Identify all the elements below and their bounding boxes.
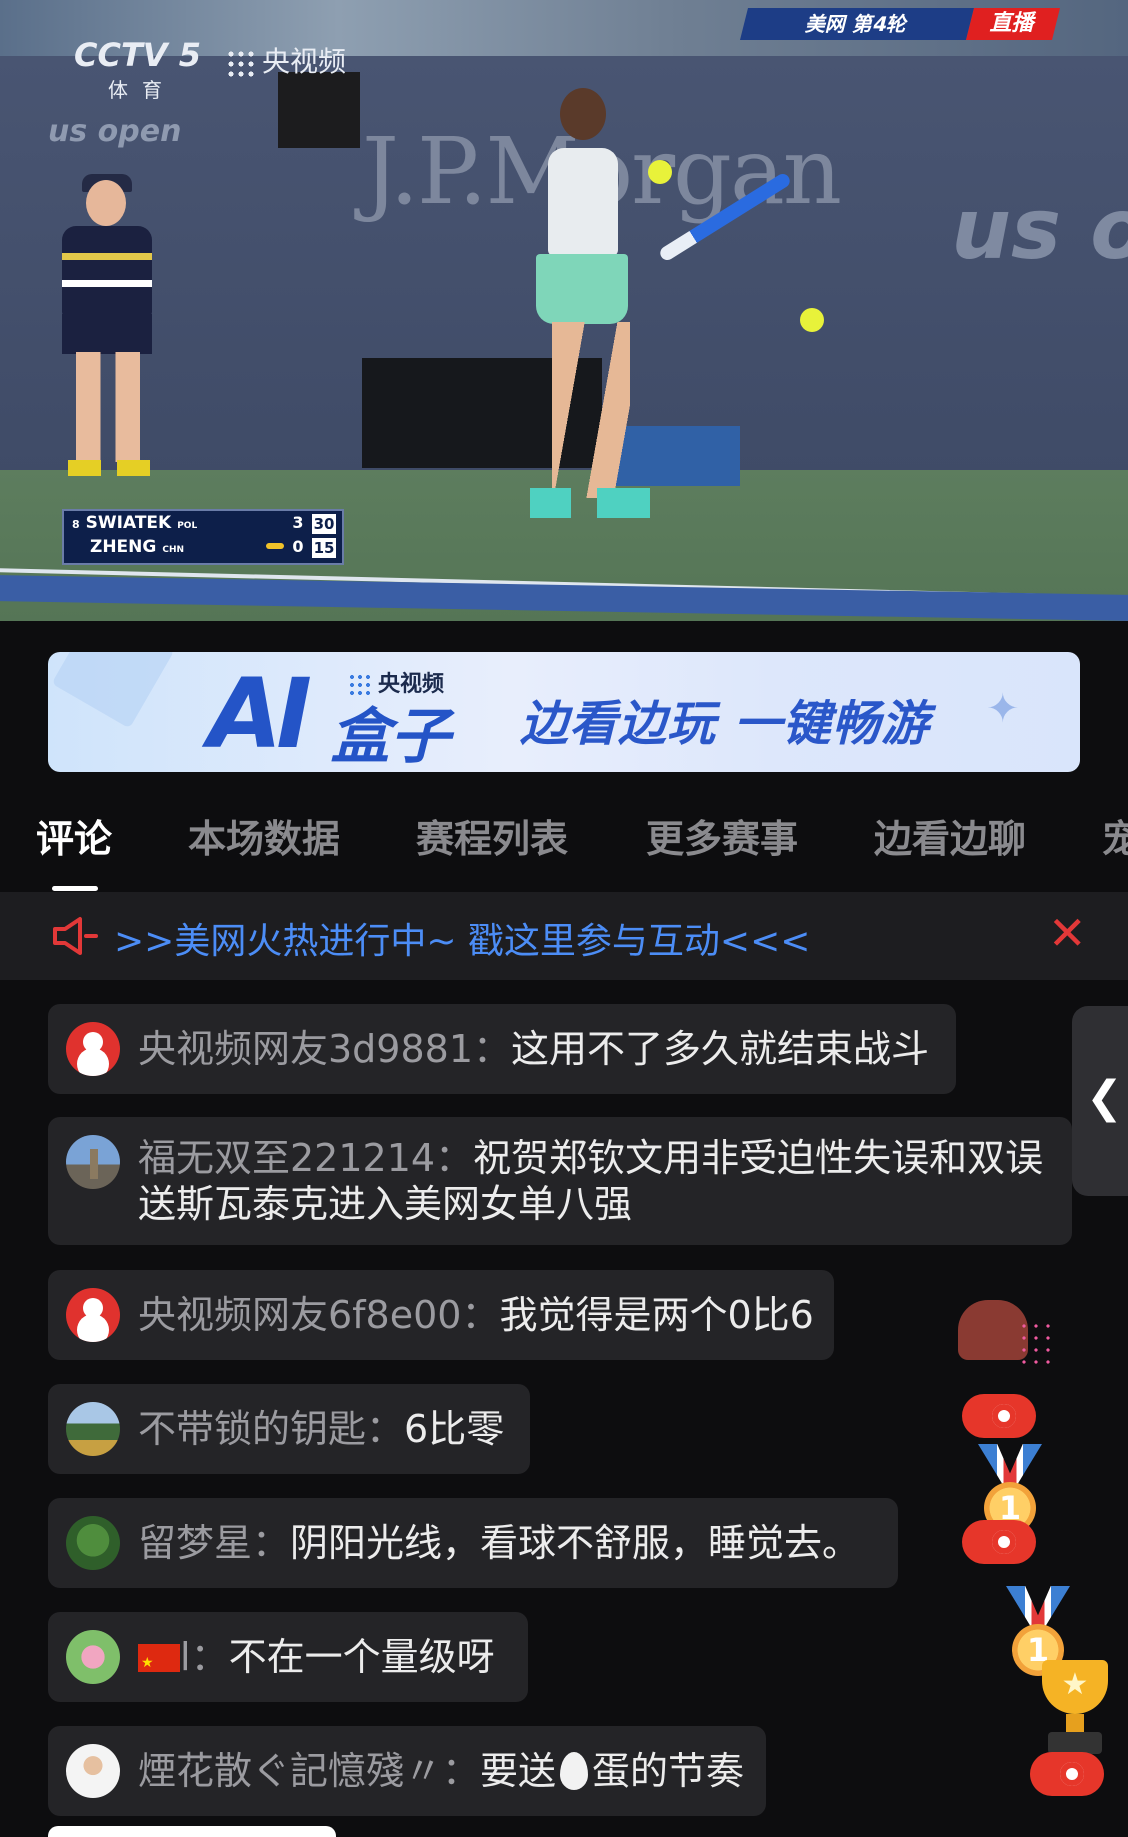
whistle-gift-icon [962, 1394, 1036, 1438]
comment-body: 阴阳光线，看球不舒服，睡觉去。 [290, 1521, 861, 1565]
separator: ： [252, 1521, 291, 1565]
tennis-ball [800, 308, 824, 332]
user-avatar[interactable] [66, 1744, 120, 1798]
comment-text: 福无双至221214：祝贺郑钦文用非受迫性失误和双误 [138, 1135, 1043, 1181]
scoreboard-row-2: ZHENG CHN [72, 535, 184, 559]
comment-text: 央视频网友6f8e00：我觉得是两个0比6 [138, 1292, 814, 1338]
player-seed: 8 [72, 518, 80, 531]
ball-girl [48, 174, 168, 480]
comment-body: 这用不了多久就结束战斗 [511, 1027, 930, 1071]
comment-body: 蛋的节奏 [592, 1749, 745, 1793]
banner-ai-text: AI [208, 658, 312, 770]
scoreboard-row-1: 8 SWIATEK POL [72, 511, 197, 535]
cctv-video-logo: 央视频 [226, 40, 346, 80]
user-avatar[interactable] [66, 1402, 120, 1456]
round-tag: 美网 第4轮 [740, 8, 974, 40]
separator: ： [461, 1293, 500, 1337]
live-badge: 直播 [966, 8, 1060, 40]
tab-match-stats[interactable]: 本场数据 [188, 808, 340, 863]
whistle-gift-icon [962, 1520, 1036, 1564]
comment-text: 留梦星：阴阳光线，看球不舒服，睡觉去。 [138, 1520, 860, 1566]
player-name: ZHENG [90, 537, 157, 557]
ai-box-banner[interactable]: AI 央视频 盒子 边看边玩 一键畅游 ✦ [48, 652, 1080, 772]
separator: ： [190, 1635, 229, 1679]
comment-item: 煙花散ぐ記憶殘〃：要送 蛋的节奏 [48, 1726, 766, 1816]
separator: ： [473, 1027, 512, 1071]
close-icon[interactable]: ✕ [1048, 906, 1087, 960]
comment-item: 央视频网友3d9881：这用不了多久就结束战斗 [48, 1004, 956, 1094]
usopen-wall-logo: us o [951, 180, 1128, 278]
camera-box [278, 72, 360, 148]
comment-text: 煙花散ぐ記憶殘〃：要送 蛋的节奏 [138, 1748, 744, 1794]
comment-username[interactable]: 央视频网友3d9881 [138, 1027, 473, 1071]
separator: ： [442, 1749, 481, 1793]
banner-box-text: 盒子 [330, 702, 450, 772]
user-avatar[interactable] [66, 1022, 120, 1076]
user-avatar[interactable] [66, 1288, 120, 1342]
tennis-player [530, 88, 700, 538]
tab-more[interactable]: 宠 [1102, 808, 1128, 863]
comment-body-line-2: 送斯瓦泰克进入美网女单八强 [138, 1182, 633, 1226]
sets-score: 0 [292, 537, 304, 556]
comment-body: 6比零 [404, 1407, 505, 1451]
active-tab-indicator [52, 886, 98, 891]
comment-text: 央视频网友3d9881：这用不了多久就结束战斗 [138, 1026, 929, 1072]
chevron-left-icon: ❮ [1086, 1072, 1123, 1123]
whistle-gift-icon [1030, 1752, 1104, 1796]
comment-username[interactable]: 留梦星 [138, 1521, 252, 1565]
cctv-channel-logo: CCTV 5 [74, 36, 201, 74]
comment-item: 不带锁的钥匙：6比零 [48, 1384, 530, 1474]
notice-bar[interactable]: >>美网火热进行中~ 戳这里参与互动<<< ✕ [0, 892, 1128, 980]
speaker-icon [53, 917, 98, 955]
tab-comments[interactable]: 评论 [36, 808, 112, 863]
separator: ： [435, 1136, 474, 1180]
cube-decoration-icon [51, 652, 175, 729]
comment-text: l：不在一个量级呀 [138, 1634, 495, 1686]
separator: ： [366, 1407, 405, 1451]
tab-watch-chat[interactable]: 边看边聊 [874, 808, 1026, 863]
comment-body: 要送 [480, 1749, 557, 1793]
comment-item: 央视频网友6f8e00：我觉得是两个0比6 [48, 1270, 834, 1360]
next-comment-edge [48, 1826, 336, 1837]
side-panel-toggle[interactable]: ❮ [1072, 1006, 1128, 1196]
serve-indicator-icon [266, 543, 284, 549]
comment-item: 留梦星：阴阳光线，看球不舒服，睡觉去。 [48, 1498, 898, 1588]
comment-username[interactable]: 央视频网友6f8e00 [138, 1293, 461, 1337]
user-avatar[interactable] [66, 1516, 120, 1570]
tennis-ball [648, 160, 672, 184]
banner-slogan: 边看边玩 一键畅游 [520, 696, 930, 752]
scoreboard: 8 SWIATEK POL ZHENG CHN 3 0 30 15 [62, 509, 344, 565]
player-country: CHN [162, 545, 185, 555]
sparkle-icon: ✦ [986, 686, 1020, 732]
comment-item: l：不在一个量级呀 [48, 1612, 528, 1702]
comment-username[interactable]: l [180, 1635, 191, 1679]
comment-username[interactable]: 不带锁的钥匙 [138, 1407, 366, 1451]
cctv-channel-sub: 体育 [108, 78, 176, 102]
comment-body: 不在一个量级呀 [228, 1635, 495, 1679]
trophy-gift-icon: ★ [1032, 1660, 1118, 1756]
comment-body: 祝贺郑钦文用非受迫性失误和双误 [473, 1136, 1044, 1180]
points-score: 30 [312, 514, 336, 534]
tab-more-events[interactable]: 更多赛事 [646, 808, 798, 863]
china-flag-icon [138, 1640, 180, 1686]
comment-username[interactable]: 煙花散ぐ記憶殘〃 [138, 1749, 442, 1793]
sets-score: 3 [292, 513, 304, 532]
notice-text[interactable]: >>美网火热进行中~ 戳这里参与互动<<< [114, 912, 810, 964]
tab-schedule[interactable]: 赛程列表 [416, 808, 568, 863]
points-score: 15 [312, 538, 336, 558]
player-name: SWIATEK [85, 513, 172, 533]
comment-body: 我觉得是两个0比6 [499, 1293, 814, 1337]
user-avatar[interactable] [66, 1135, 120, 1189]
video-player[interactable]: J.P.Morgan us o us open CCTV 5 体育 央视频 美网… [0, 0, 1128, 621]
comment-text: 不带锁的钥匙：6比零 [138, 1406, 504, 1452]
tab-bar: 评论 本场数据 赛程列表 更多赛事 边看边聊 宠 [0, 790, 1128, 890]
egg-icon [560, 1752, 589, 1790]
comment-username[interactable]: 福无双至221214 [138, 1136, 435, 1180]
comment-item: 福无双至221214：祝贺郑钦文用非受迫性失误和双误 送斯瓦泰克进入美网女单八强 [48, 1117, 1072, 1245]
usopen-small-logo: us open [48, 114, 182, 149]
user-avatar[interactable] [66, 1630, 120, 1684]
flex-arm-gift-icon [958, 1290, 1058, 1386]
player-country: POL [177, 521, 198, 531]
